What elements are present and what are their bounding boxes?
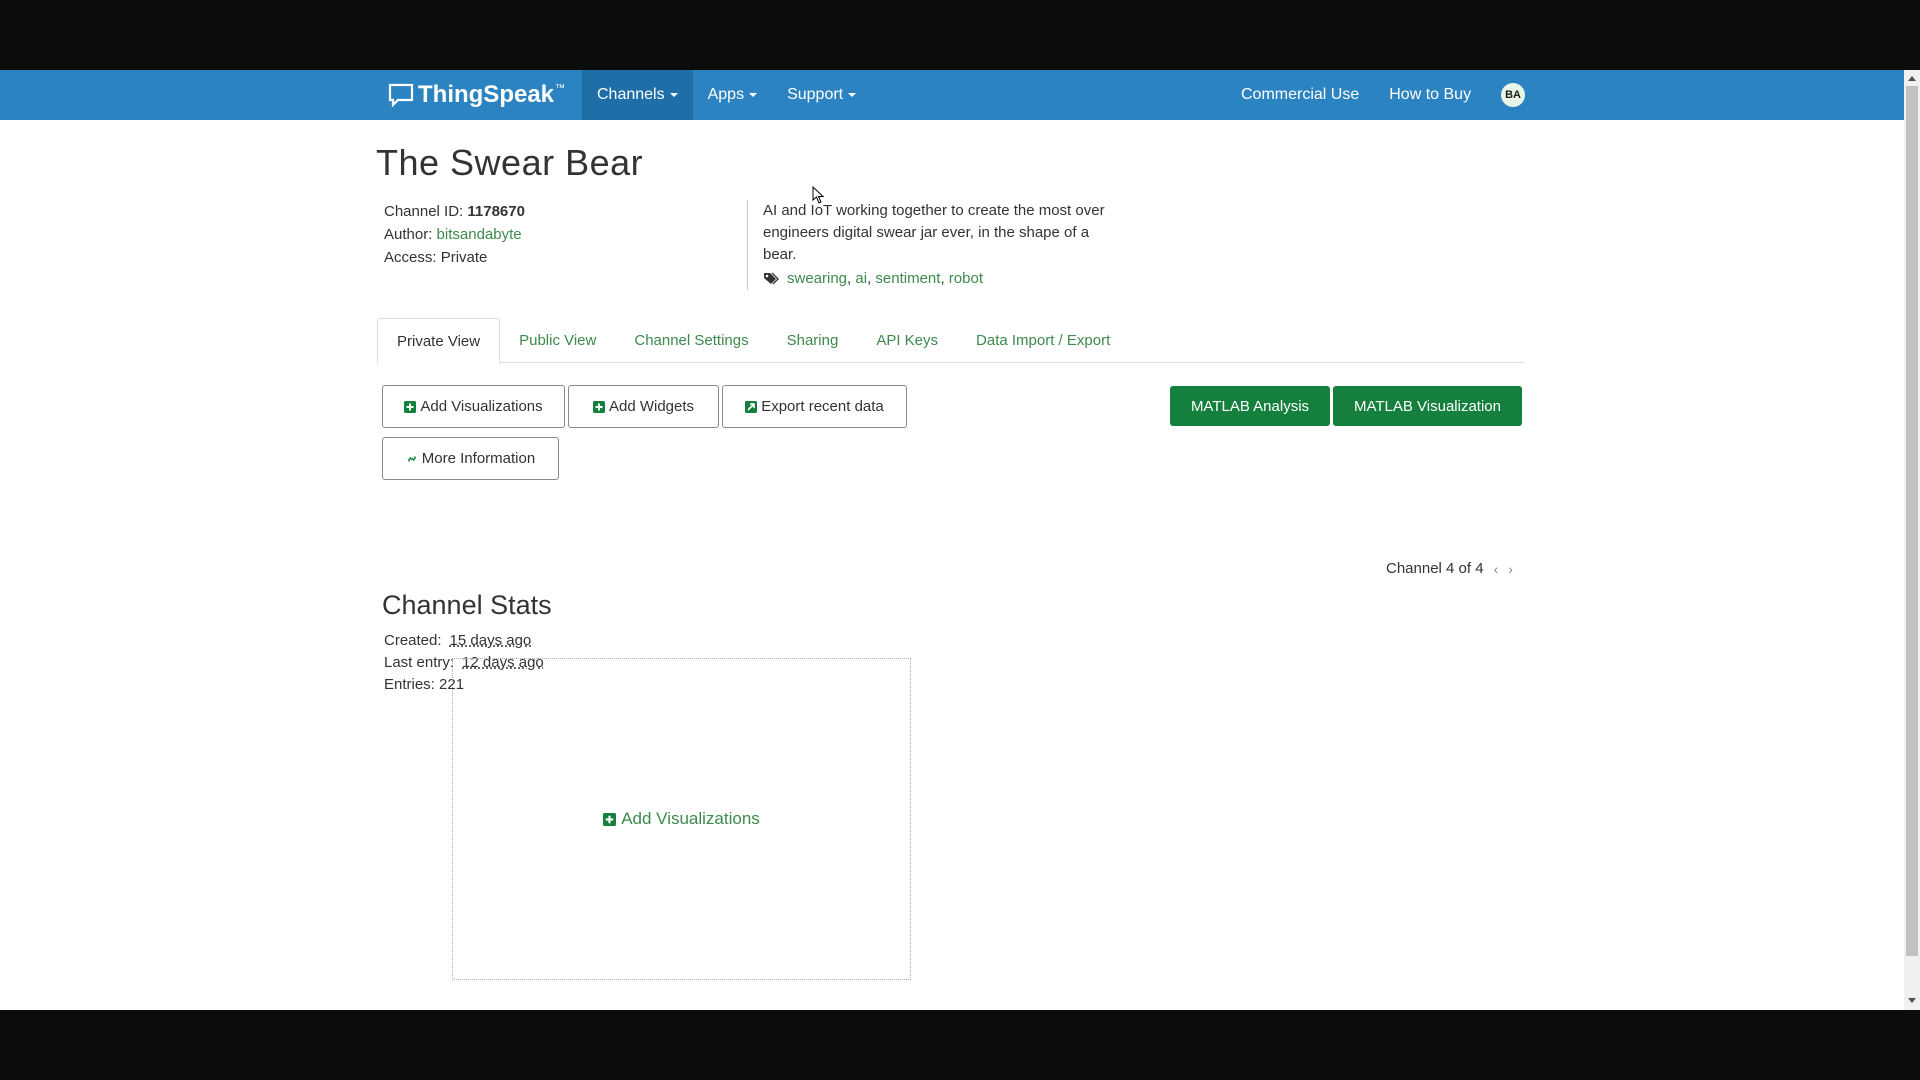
visualization-placeholder: Add Visualizations [452, 658, 911, 980]
tag-swearing[interactable]: swearing [787, 268, 847, 290]
matlab-analysis-button[interactable]: MATLAB Analysis [1170, 386, 1330, 426]
entries-label: Entries: [384, 676, 435, 693]
add-visualizations-link[interactable]: Add Visualizations [603, 809, 760, 829]
created-label: Created: [384, 632, 442, 649]
author-row: Author: bitsandabyte [384, 223, 525, 246]
channel-id-row: Channel ID: 1178670 [384, 200, 525, 223]
access-row: Access: Private [384, 246, 525, 269]
page-content: The Swear Bear Channel ID: 1178670 Autho… [0, 70, 1904, 1010]
add-visualizations-label: Add Visualizations [420, 398, 543, 415]
scrollbar-thumb[interactable] [1906, 86, 1918, 956]
author-link[interactable]: bitsandabyte [437, 226, 522, 243]
pager-label: Channel 4 of 4 [1386, 560, 1484, 577]
access-value: Private [440, 249, 488, 266]
channel-meta: Channel ID: 1178670 Author: bitsandabyte… [384, 200, 525, 269]
author-label: Author: [384, 226, 433, 243]
scroll-up-icon[interactable] [1908, 76, 1916, 81]
link-icon [408, 455, 416, 462]
access-label: Access: [384, 249, 437, 266]
plus-square-icon [404, 400, 417, 413]
channel-description: AI and IoT working together to create th… [763, 202, 1105, 263]
add-visualizations-button[interactable]: Add Visualizations [382, 385, 565, 428]
page-title: The Swear Bear [376, 142, 644, 183]
scroll-down-icon[interactable] [1908, 998, 1916, 1003]
chevron-left-icon[interactable]: ‹ [1494, 561, 1499, 577]
channel-description-panel: AI and IoT working together to create th… [747, 200, 1117, 290]
last-entry-label: Last entry: [384, 654, 455, 671]
tab-api-keys[interactable]: API Keys [857, 318, 957, 363]
tag-sentiment[interactable]: sentiment [875, 268, 940, 290]
tag-separator: , [867, 270, 876, 287]
more-info-label: More Information [421, 450, 536, 467]
export-recent-label: Export recent data [761, 398, 884, 415]
tag-list: swearing, ai, sentiment, robot [763, 268, 1117, 290]
tag-separator: , [940, 270, 949, 287]
created-row: Created: 15 days ago [384, 630, 544, 652]
plus-square-icon [592, 400, 605, 413]
matlab-visualization-button[interactable]: MATLAB Visualization [1333, 386, 1522, 426]
channel-id-value: 1178670 [467, 203, 525, 220]
tag-ai[interactable]: ai [855, 268, 867, 290]
plus-square-icon [603, 812, 617, 826]
export-icon [745, 400, 758, 413]
channel-id-label: Channel ID: [384, 203, 464, 220]
add-widgets-button[interactable]: Add Widgets [568, 385, 719, 428]
stats-title: Channel Stats [382, 590, 552, 620]
mouse-cursor-icon [812, 186, 824, 204]
browser-viewport: ThingSpeak ™ Channels Apps Support Commer… [0, 70, 1920, 1010]
tab-sharing[interactable]: Sharing [768, 318, 858, 363]
tags-icon [764, 272, 779, 285]
tab-private-view[interactable]: Private View [377, 318, 501, 364]
channel-pager: Channel 4 of 4 ‹ › [1386, 560, 1513, 577]
chevron-right-icon[interactable]: › [1508, 561, 1513, 577]
tag-robot[interactable]: robot [949, 268, 983, 290]
tag-separator: , [847, 270, 856, 287]
export-recent-data-button[interactable]: Export recent data [722, 385, 907, 428]
tab-public-view[interactable]: Public View [500, 318, 615, 363]
more-information-button[interactable]: More Information [382, 437, 559, 480]
channel-tabs: Private View Public View Channel Setting… [377, 318, 1525, 364]
add-widgets-label: Add Widgets [608, 398, 695, 415]
tab-channel-settings[interactable]: Channel Settings [615, 318, 767, 363]
add-visualizations-link-label: Add Visualizations [621, 809, 760, 828]
tab-data-import-export[interactable]: Data Import / Export [957, 318, 1129, 363]
created-value: 15 days ago [449, 632, 532, 649]
